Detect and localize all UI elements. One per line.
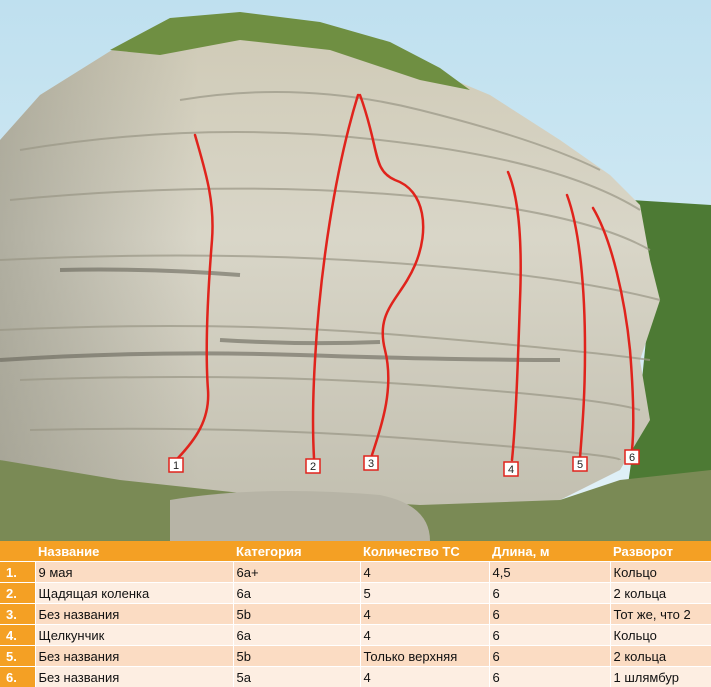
svg-text:3: 3 [368,458,374,470]
route-bolts: 4 [360,624,490,646]
route-marker-4: 4 [503,461,519,477]
route-bolts: 4 [360,603,490,625]
route-length: 4,5 [489,561,611,583]
table-row: 2. Щадящая коленка 6a 5 6 2 кольца [0,582,711,604]
table-row: 4. Щелкунчик 6a 4 6 Кольцо [0,624,711,646]
route-marker-1: 1 [168,457,184,473]
route-marker-5: 5 [572,456,588,472]
route-length: 6 [489,666,611,687]
route-name: Щадящая коленка [35,582,234,604]
route-grade: 6a [233,582,361,604]
table-header-row: Название Категория Количество ТС Длина, … [0,541,711,562]
route-name: Без названия [35,645,234,667]
route-grade: 5b [233,645,361,667]
row-number: 2. [0,582,36,604]
route-grade: 6a+ [233,561,361,583]
route-name: Без названия [35,666,234,687]
route-anchor: 2 кольца [610,582,711,604]
table-row: 5. Без названия 5b Только верхняя 6 2 ко… [0,645,711,667]
table-row: 6. Без названия 5a 4 6 1 шлямбур [0,666,711,687]
boulder [170,491,430,541]
route-name: 9 мая [35,561,234,583]
route-marker-3: 3 [363,455,379,471]
route-marker-2: 2 [305,458,321,474]
route-length: 6 [489,582,611,604]
route-length: 6 [489,624,611,646]
route-grade: 5b [233,603,361,625]
route-name: Щелкунчик [35,624,234,646]
row-number: 4. [0,624,36,646]
rock-photo: 1 2 3 4 5 6 [0,0,711,541]
svg-text:4: 4 [508,464,514,476]
route-anchor: Тот же, что 2 [610,603,711,625]
header-grade: Категория [233,541,360,562]
route-grade: 5a [233,666,361,687]
route-anchor: Кольцо [610,561,711,583]
svg-text:5: 5 [577,459,583,471]
route-bolts: 4 [360,561,490,583]
row-number: 1. [0,561,36,583]
header-bolts: Количество ТС [360,541,489,562]
route-name: Без названия [35,603,234,625]
svg-text:1: 1 [173,460,179,472]
header-length: Длина, м [489,541,610,562]
route-bolts: Только верхняя [360,645,490,667]
route-anchor: 1 шлямбур [610,666,711,687]
route-anchor: 2 кольца [610,645,711,667]
row-number: 5. [0,645,36,667]
route-length: 6 [489,603,611,625]
header-name: Название [35,541,233,562]
svg-text:6: 6 [629,452,635,464]
route-bolts: 5 [360,582,490,604]
table-row: 1. 9 мая 6a+ 4 4,5 Кольцо [0,561,711,583]
route-marker-6: 6 [624,449,640,465]
route-length: 6 [489,645,611,667]
row-number: 6. [0,666,36,687]
row-number: 3. [0,603,36,625]
route-table: Название Категория Количество ТС Длина, … [0,541,711,687]
header-number [0,541,35,562]
table-row: 3. Без названия 5b 4 6 Тот же, что 2 [0,603,711,625]
header-anchor: Разворот [610,541,711,562]
route-bolts: 4 [360,666,490,687]
svg-text:2: 2 [310,461,316,473]
route-anchor: Кольцо [610,624,711,646]
route-grade: 6a [233,624,361,646]
